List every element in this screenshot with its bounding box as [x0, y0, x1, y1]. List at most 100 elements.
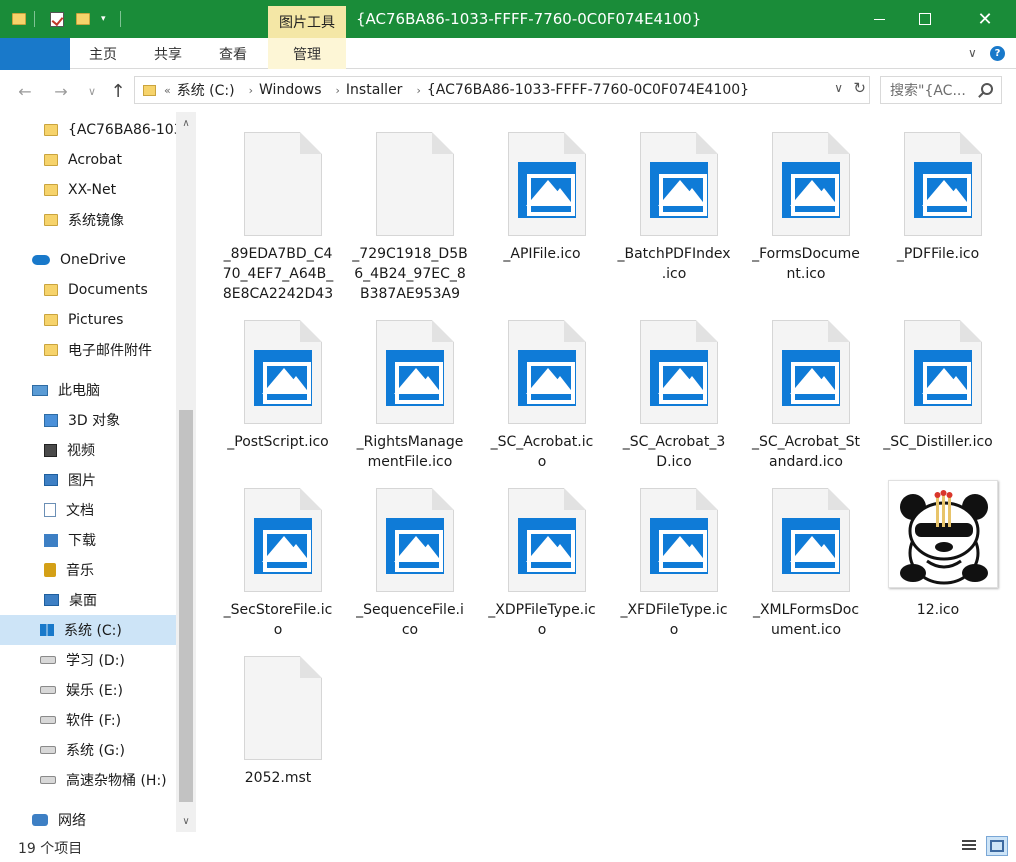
search-input[interactable]: 搜索"{AC... — [880, 76, 1002, 104]
file-item[interactable]: _XMLFormsDoc ument.ico — [742, 468, 870, 644]
file-name: _PDFFile.ico — [896, 246, 980, 262]
help-button[interactable]: ? — [990, 46, 1005, 61]
breadcrumb-drive-c[interactable]: 系统 (C:) — [177, 80, 235, 100]
file-item[interactable]: _FormsDocume nt.ico — [742, 112, 870, 288]
recent-locations-button[interactable]: ∨ — [84, 80, 100, 102]
sidebar-item[interactable]: 3D 对象 — [0, 405, 176, 435]
sidebar-item[interactable]: 音乐 — [0, 555, 176, 585]
sidebar-item[interactable]: Pictures — [0, 305, 176, 335]
file-item[interactable]: _APIFile.ico — [478, 112, 606, 288]
file-item[interactable]: _BatchPDFIndex .ico — [610, 112, 738, 288]
sidebar-item[interactable]: XX-Net — [0, 175, 176, 205]
file-name: _729C1918_D5B 6_4B24_97EC_8 B387AE953A9 — [352, 246, 468, 302]
sidebar-item-label: 学习 (D:) — [66, 653, 125, 669]
up-button[interactable]: ↑ — [106, 80, 130, 102]
file-item[interactable]: _XDPFileType.ic o — [478, 468, 606, 644]
file-item[interactable]: _SC_Acrobat.ic o — [478, 300, 606, 476]
file-item[interactable]: _PostScript.ico — [214, 300, 342, 476]
close-button[interactable]: ✕ — [962, 0, 1008, 38]
sidebar-item-label: 电子邮件附件 — [68, 343, 152, 359]
sidebar-item[interactable]: Acrobat — [0, 145, 176, 175]
tab-manage[interactable]: 管理 — [268, 38, 346, 69]
breadcrumb-installer[interactable]: Installer — [346, 82, 403, 98]
file-item[interactable]: _89EDA7BD_C4 70_4EF7_A64B_ 8E8CA2242D43 — [214, 112, 342, 302]
file-list: _89EDA7BD_C4 70_4EF7_A64B_ 8E8CA2242D43 _… — [200, 112, 1016, 832]
sidebar-item[interactable]: 娱乐 (E:) — [0, 675, 176, 705]
maximize-button[interactable] — [902, 0, 948, 38]
file-item[interactable]: _SequenceFile.i co — [346, 468, 474, 644]
search-icon[interactable] — [981, 83, 993, 95]
sidebar-item-label: 视频 — [67, 443, 95, 459]
file-item[interactable]: _SC_Acrobat_St andard.ico — [742, 300, 870, 476]
file-item[interactable]: _SC_Distiller.ico — [874, 300, 1002, 476]
sidebar-item[interactable]: {AC76BA86-103 — [0, 115, 176, 145]
file-item[interactable]: 2052.mst — [214, 636, 342, 812]
sidebar-item[interactable]: 文档 — [0, 495, 176, 525]
details-view-button[interactable] — [958, 836, 980, 856]
address-dropdown-button[interactable]: ∨ — [834, 81, 843, 95]
chevron-right-icon[interactable]: › — [416, 84, 420, 97]
image-file-icon — [640, 132, 720, 236]
new-folder-icon[interactable] — [76, 9, 90, 29]
expand-ribbon-button[interactable]: ∨ — [968, 46, 977, 60]
chevron-right-icon[interactable]: › — [249, 84, 253, 97]
file-name: _XDPFileType.ic o — [488, 602, 596, 638]
sidebar-item[interactable]: 学习 (D:) — [0, 645, 176, 675]
image-file-icon — [904, 320, 984, 424]
tab-home[interactable]: 主页 — [70, 38, 136, 69]
file-item[interactable]: _XFDFileType.ic o — [610, 468, 738, 644]
file-item[interactable]: _RightsManage mentFile.ico — [346, 300, 474, 476]
sidebar-item[interactable]: OneDrive — [0, 245, 176, 275]
status-bar: 19 个项目 — [0, 832, 1016, 862]
image-file-icon — [640, 320, 720, 424]
customize-quick-access-button[interactable]: ▾ — [101, 9, 106, 29]
window-title: {AC76BA86-1033-FFFF-7760-0C0F074E4100} — [356, 10, 702, 28]
sidebar-item[interactable]: 图片 — [0, 465, 176, 495]
sidebar-item[interactable]: 电子邮件附件 — [0, 335, 176, 365]
file-item[interactable]: _729C1918_D5B 6_4B24_97EC_8 B387AE953A9 — [346, 112, 474, 302]
sidebar-item[interactable]: Documents — [0, 275, 176, 305]
breadcrumb-overflow-button[interactable]: « — [164, 84, 171, 97]
tab-share[interactable]: 共享 — [136, 38, 200, 69]
forward-button[interactable]: → — [50, 80, 72, 102]
refresh-button[interactable]: ↻ — [853, 79, 866, 97]
folder-icon — [44, 184, 58, 196]
folder-icon — [44, 214, 58, 226]
large-icons-view-button[interactable] — [986, 836, 1008, 856]
properties-check-icon[interactable] — [50, 9, 64, 29]
back-button[interactable]: ← — [14, 80, 36, 102]
minimize-button[interactable] — [856, 0, 902, 38]
file-name: _APIFile.ico — [503, 246, 581, 262]
sidebar-item[interactable]: 视频 — [0, 435, 176, 465]
file-name: _SC_Acrobat_3 D.ico — [622, 434, 726, 470]
file-item[interactable]: 12.ico — [874, 468, 1002, 644]
sidebar-item[interactable]: 网络 — [0, 805, 176, 832]
breadcrumb-windows[interactable]: Windows — [259, 82, 322, 98]
desktop-icon — [44, 594, 59, 606]
sidebar-item[interactable]: 桌面 — [0, 585, 176, 615]
sidebar-item[interactable]: 高速杂物桶 (H:) — [0, 765, 176, 795]
sidebar-item[interactable]: 系统镜像 — [0, 205, 176, 235]
sidebar-item-label: 图片 — [68, 473, 96, 489]
sidebar-item[interactable]: 系统 (G:) — [0, 735, 176, 765]
scroll-thumb[interactable] — [179, 410, 193, 802]
sidebar-item-label: Acrobat — [68, 152, 122, 168]
breadcrumb-current-folder[interactable]: {AC76BA86-1033-FFFF-7760-0C0F074E4100} — [427, 82, 749, 98]
folder-icon — [143, 84, 156, 96]
file-item[interactable]: _PDFFile.ico — [874, 112, 1002, 288]
sidebar-item[interactable]: 下载 — [0, 525, 176, 555]
sidebar-item-label: 桌面 — [69, 593, 97, 609]
navigation-pane-scrollbar[interactable]: ∧ ∨ — [176, 112, 196, 832]
address-bar[interactable]: « 系统 (C:) › Windows › Installer › {AC76B… — [134, 76, 870, 104]
sidebar-item[interactable]: 此电脑 — [0, 375, 176, 405]
file-item[interactable]: _SC_Acrobat_3 D.ico — [610, 300, 738, 476]
sidebar-item[interactable]: 系统 (C:) — [0, 615, 176, 645]
scroll-down-button[interactable]: ∨ — [176, 812, 196, 830]
tab-view[interactable]: 查看 — [200, 38, 266, 69]
file-item[interactable]: _SecStoreFile.ic o — [214, 468, 342, 644]
sidebar-item[interactable]: 软件 (F:) — [0, 705, 176, 735]
scroll-up-button[interactable]: ∧ — [176, 114, 196, 132]
chevron-right-icon[interactable]: › — [336, 84, 340, 97]
quick-access-folder-icon[interactable] — [12, 9, 26, 29]
video-icon — [44, 443, 57, 457]
